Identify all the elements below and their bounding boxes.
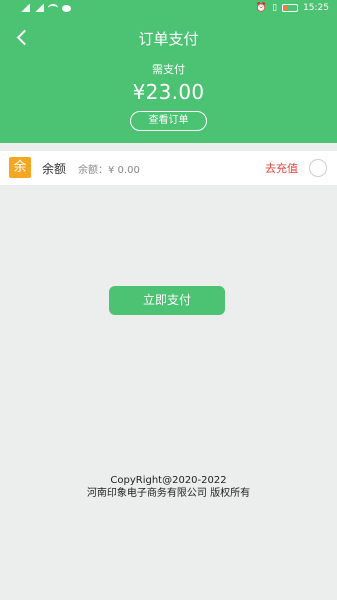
view-order-button[interactable]: 查看订单 [130, 111, 207, 131]
battery-icon [282, 4, 299, 12]
page-title: 订单支付 [138, 30, 199, 48]
pay-amount: ¥23.00 [132, 80, 205, 104]
status-bar: ⏰ ▯ 15:25 [0, 0, 337, 18]
balance-icon: 余 [9, 157, 31, 178]
status-left [20, 4, 71, 12]
company-text: 河南印象电子商务有限公司 版权所有 [86, 488, 251, 499]
vibrate-icon: ▯ [272, 3, 278, 13]
balance-radio[interactable] [309, 159, 327, 177]
status-right: ⏰ ▯ 15:25 [256, 3, 329, 13]
footer: CopyRight@2020-2022 河南印象电子商务有限公司 版权所有 [0, 474, 337, 500]
copyright-text: CopyRight@2020-2022 [110, 475, 227, 486]
balance-payment-option[interactable]: 余 余额 余额：¥ 0.00 去充值 [0, 151, 337, 185]
signal-icon [20, 4, 30, 12]
balance-value: 余额：¥ 0.00 [78, 165, 140, 176]
header: ⏰ ▯ 15:25 订单支付 需支付 ¥23.00 查看订单 [0, 0, 337, 143]
balance-label: 余额 [42, 162, 67, 176]
wifi-icon [48, 4, 58, 12]
pay-now-button[interactable]: 立即支付 [109, 286, 225, 315]
need-pay-label: 需支付 [152, 63, 185, 76]
status-time: 15:25 [303, 3, 329, 13]
signal-icon [34, 4, 44, 12]
chat-icon [62, 4, 71, 12]
alarm-icon: ⏰ [255, 3, 268, 13]
recharge-link[interactable]: 去充值 [265, 160, 298, 176]
